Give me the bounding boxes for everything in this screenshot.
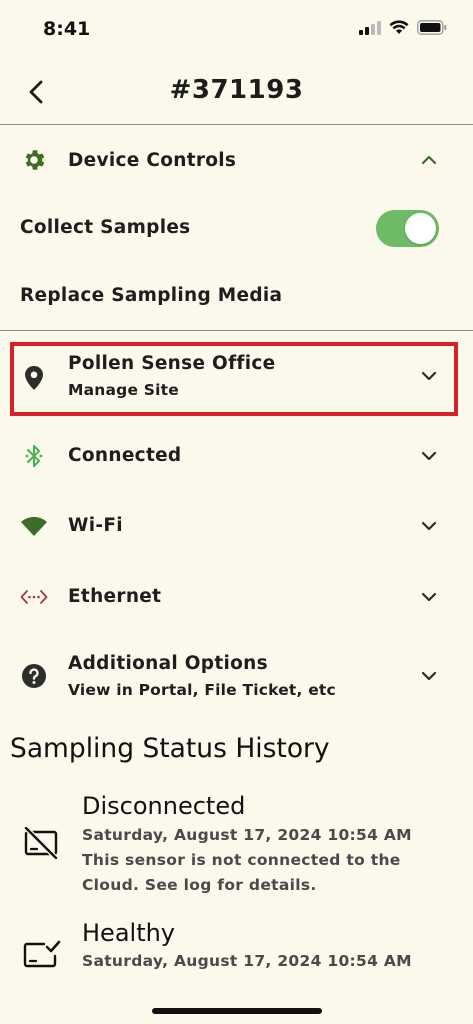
wifi-status-icon [389,20,409,34]
header: #371193 [0,60,473,124]
device-controls-header[interactable]: Device Controls [0,140,473,184]
header-divider [0,124,473,125]
page-title: #371193 [169,75,304,105]
ethernet-icon [20,583,48,611]
history-section-title: Sampling Status History [10,733,330,764]
wifi-icon [20,512,48,540]
chevron-up-icon[interactable] [418,149,440,171]
home-indicator[interactable] [152,1008,322,1014]
status-icons [359,20,447,35]
chevron-down-icon[interactable] [418,665,440,687]
replace-sampling-media-button[interactable]: Replace Sampling Media [20,285,282,306]
device-controls-label: Device Controls [68,150,237,171]
wifi-label: Wi-Fi [68,515,123,536]
gear-icon [20,146,48,174]
history-date: Saturday, August 17, 2024 10:54 AM [82,952,412,970]
wifi-row[interactable]: Wi-Fi [0,504,473,548]
status-time: 8:41 [43,18,91,40]
highlight-box [10,342,458,416]
toggle-knob [405,213,436,244]
history-message: This sensor is not connected to the Clou… [82,851,401,894]
history-status: Disconnected [82,792,246,820]
help-circle-icon [20,662,48,690]
sensor-disconnected-icon [20,826,62,860]
status-bar: 8:41 [0,0,473,60]
additional-options-sub: View in Portal, File Ticket, etc [68,681,336,699]
connection-label: Connected [68,445,182,466]
ethernet-row[interactable]: Ethernet [0,575,473,619]
bluetooth-icon [20,442,48,470]
collect-samples-label: Collect Samples [20,217,191,238]
history-date: Saturday, August 17, 2024 10:54 AM [82,826,412,844]
battery-icon [417,20,447,35]
cellular-signal-icon [359,20,381,35]
history-status: Healthy [82,919,176,947]
additional-options-label: Additional Options [68,653,268,674]
additional-options-row[interactable]: Additional Options View in Portal, File … [0,642,473,716]
section-divider [0,330,473,331]
chevron-down-icon[interactable] [418,445,440,467]
sensor-healthy-icon [20,938,62,972]
bottom-safe-area [0,980,473,1024]
ethernet-label: Ethernet [68,586,162,607]
chevron-down-icon[interactable] [418,515,440,537]
connection-row[interactable]: Connected [0,434,473,478]
collect-samples-toggle[interactable] [376,210,439,247]
chevron-down-icon[interactable] [418,586,440,608]
